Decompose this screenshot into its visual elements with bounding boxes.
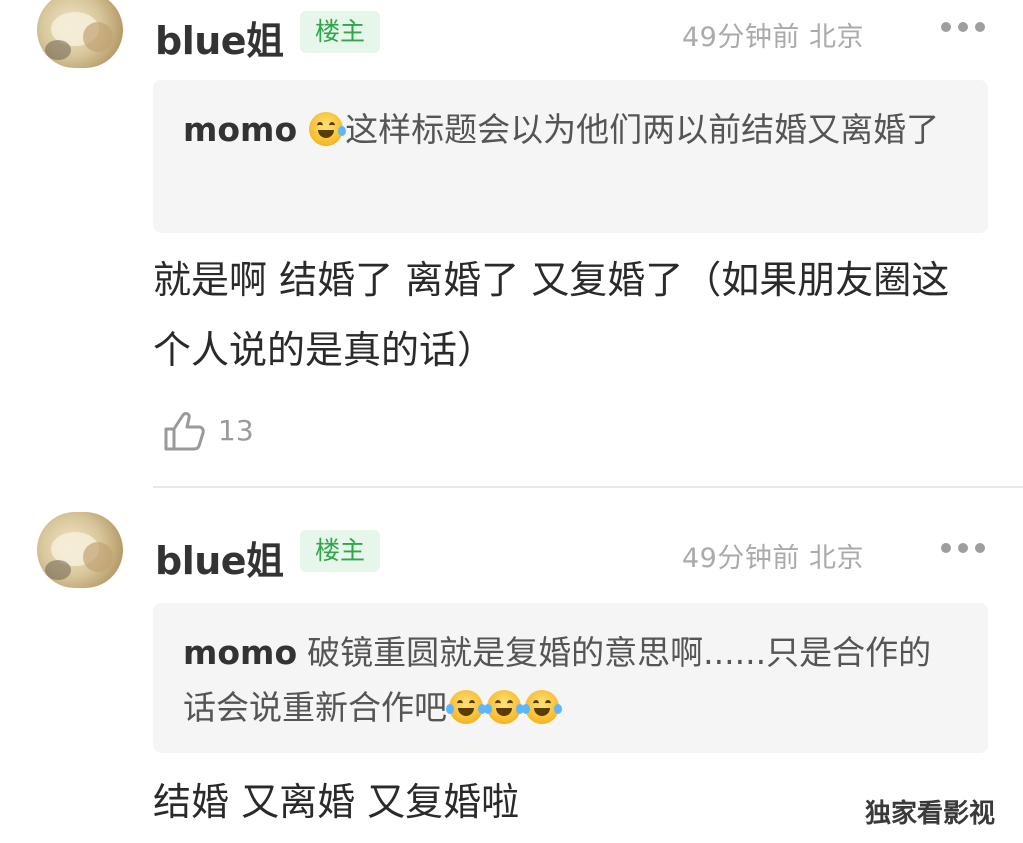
- thumb-up-icon[interactable]: [160, 407, 208, 455]
- divider: [153, 486, 1023, 488]
- comment-username[interactable]: blue姐: [155, 10, 284, 65]
- comment-meta: 49分钟前 北京: [682, 15, 864, 54]
- laughing-tears-emoji-icon: [522, 690, 562, 724]
- avatar[interactable]: [37, 0, 123, 68]
- laughing-tears-emoji-icon: [484, 690, 524, 724]
- watermark: 独家看影视: [865, 799, 996, 829]
- quoted-reply: momo 这样标题会以为他们两以前结婚又离婚了: [153, 80, 988, 233]
- quoted-reply: momo 破镜重圆就是复婚的意思啊......只是合作的话会说重新合作吧: [153, 603, 988, 753]
- grinning-sweat-emoji-icon: [309, 112, 347, 146]
- comment-location: 北京: [808, 543, 864, 574]
- quote-text: 这样标题会以为他们两以前结婚又离婚了: [345, 110, 940, 149]
- comment-body: 就是啊 结婚了 离婚了 又复婚了（如果朋友圈这个人说的是真的话）: [153, 258, 950, 372]
- op-badge: 楼主: [300, 530, 380, 572]
- op-badge: 楼主: [300, 11, 380, 53]
- avatar[interactable]: [37, 512, 123, 588]
- more-dots-icon[interactable]: [941, 541, 985, 555]
- laughing-tears-emoji-icon: [446, 690, 486, 724]
- comment-username[interactable]: blue姐: [155, 530, 284, 585]
- like-count: 13: [218, 414, 254, 447]
- quote-username[interactable]: momo: [183, 110, 297, 149]
- comment-item: [0, 0, 1023, 488]
- comment-body: 结婚 又离婚 又复婚啦: [153, 780, 520, 824]
- comment-time: 49分钟前: [682, 543, 800, 574]
- quote-username[interactable]: momo: [183, 633, 297, 672]
- comment-time: 49分钟前: [682, 22, 800, 53]
- more-dots-icon[interactable]: [941, 20, 985, 34]
- comment-meta: 49分钟前 北京: [682, 536, 864, 575]
- comment-location: 北京: [808, 22, 864, 53]
